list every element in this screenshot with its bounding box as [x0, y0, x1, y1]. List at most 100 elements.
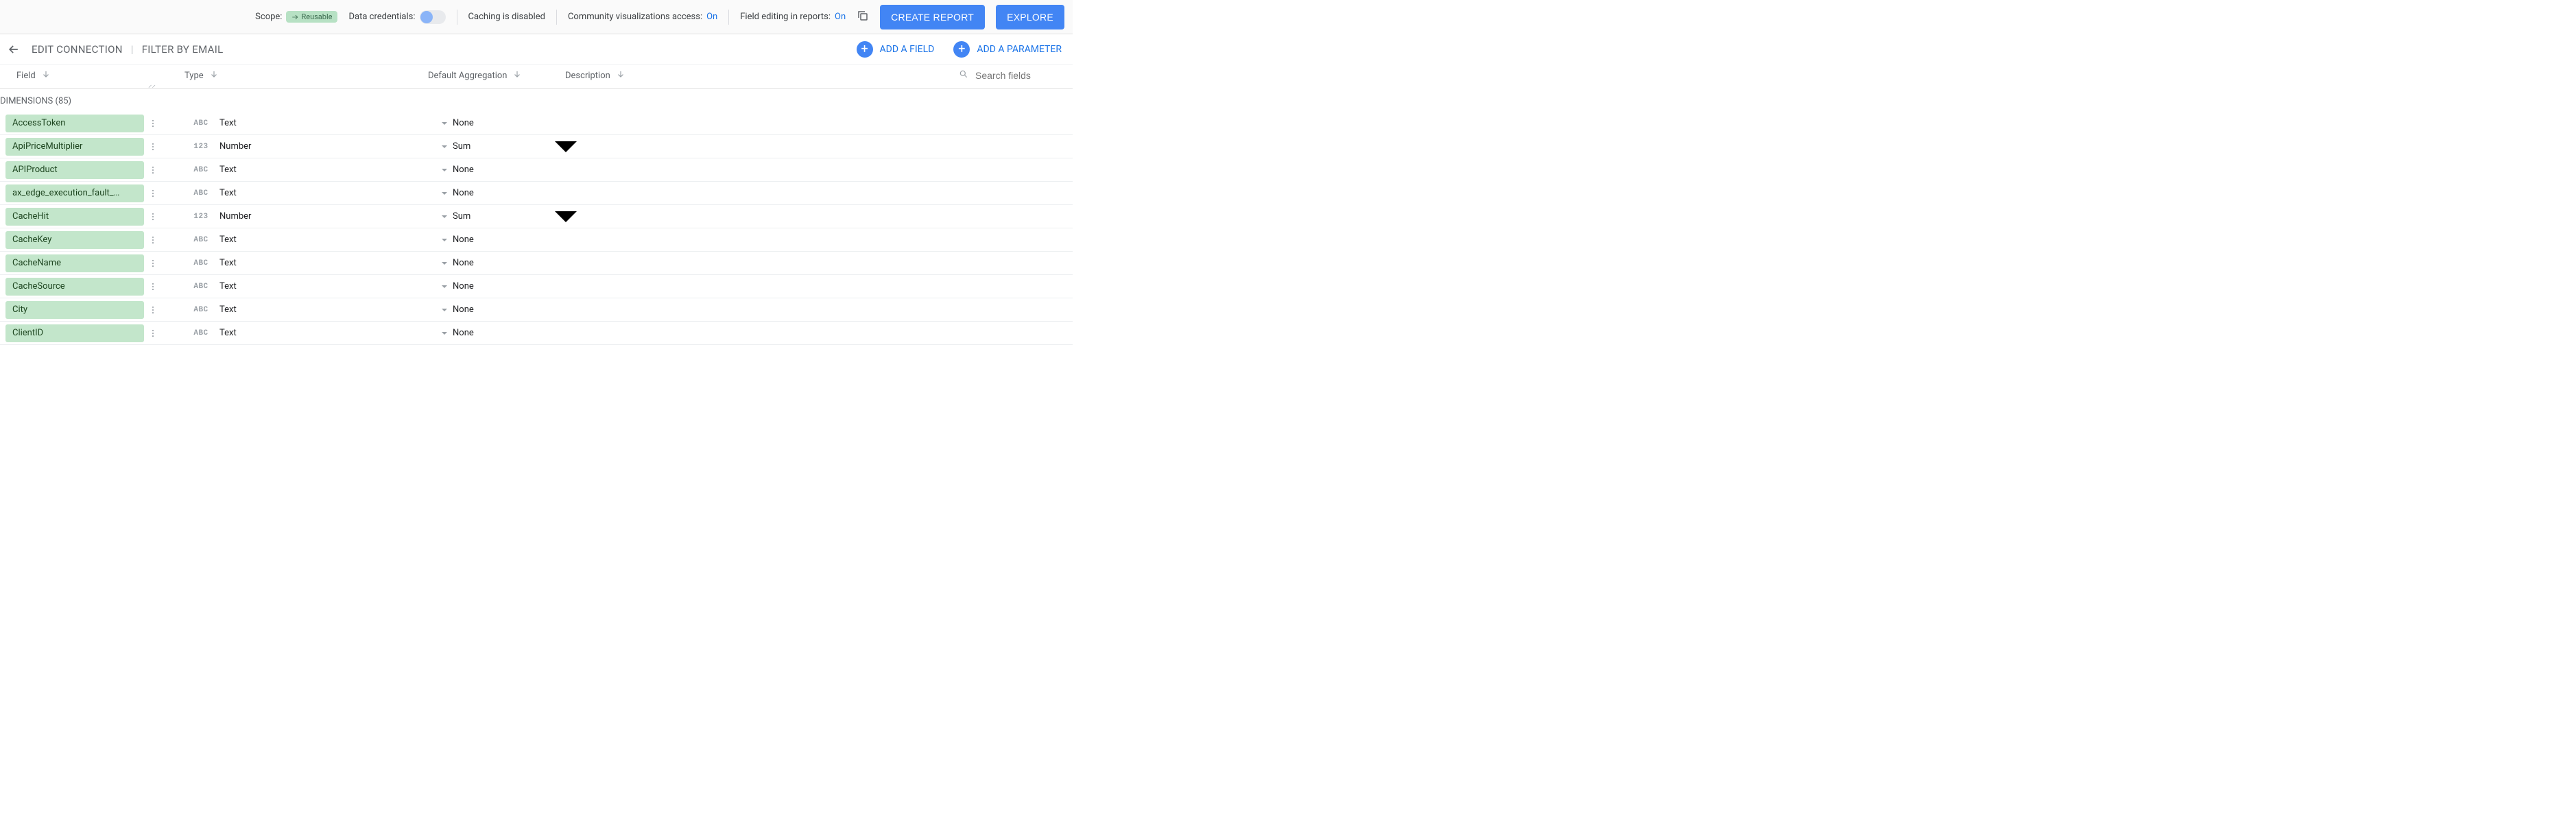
type-icon: ABC: [192, 119, 210, 128]
sort-arrow-down-icon[interactable]: [209, 69, 219, 82]
aggregation-value: Sum: [453, 141, 552, 152]
table-row: ApiPriceMultiplier123NumberSum: [0, 135, 1073, 158]
type-dropdown-icon[interactable]: [436, 330, 453, 337]
type-icon: ABC: [192, 189, 210, 198]
aggregation-value: None: [453, 188, 552, 198]
field-chip[interactable]: CacheName: [5, 254, 144, 272]
header-type[interactable]: Type: [184, 71, 204, 81]
type-icon: ABC: [192, 329, 210, 337]
kebab-menu-icon[interactable]: [144, 165, 162, 175]
info-bar: Scope: Reusable Data credentials: Cachin…: [0, 0, 1073, 34]
field-chip[interactable]: CacheHit: [5, 208, 144, 226]
type-icon: ABC: [192, 259, 210, 267]
aggregation-dropdown-icon[interactable]: [552, 203, 580, 230]
aggregation-value: None: [453, 165, 552, 175]
table-row: CacheHit123NumberSum: [0, 205, 1073, 228]
type-dropdown-icon[interactable]: [436, 213, 453, 220]
type-label: Text: [219, 281, 237, 291]
field-chip[interactable]: ClientID: [5, 324, 144, 342]
sort-arrow-down-icon[interactable]: [616, 69, 625, 82]
type-dropdown-icon[interactable]: [436, 167, 453, 174]
field-chip[interactable]: APIProduct: [5, 161, 144, 179]
type-dropdown-icon[interactable]: [436, 190, 453, 197]
scope-label: Scope:: [255, 12, 282, 22]
type-icon: ABC: [192, 236, 210, 244]
resize-handle-icon[interactable]: ⸝⸝: [148, 80, 156, 90]
sort-arrow-down-icon[interactable]: [512, 69, 522, 82]
type-icon: ABC: [192, 166, 210, 174]
search-input[interactable]: [975, 70, 1064, 81]
header-aggregation[interactable]: Default Aggregation: [428, 71, 507, 81]
table-row: CacheName ABC Text None: [0, 252, 1073, 275]
field-chip[interactable]: CacheSource: [5, 278, 144, 296]
field-chip[interactable]: AccessToken: [5, 115, 144, 132]
aggregation-value: None: [453, 258, 552, 268]
type-dropdown-icon[interactable]: [436, 120, 453, 127]
add-field-button[interactable]: + ADD A FIELD: [857, 41, 935, 58]
table-row: CacheSourceABCTextNone: [0, 275, 1073, 298]
aggregation-value: Sum: [453, 211, 552, 222]
credentials-switch[interactable]: [420, 10, 446, 24]
credentials-label: Data credentials:: [348, 12, 415, 22]
caching-label: Caching is disabled: [468, 12, 545, 22]
table-row: ax_edge_execution_fault_… ABC Text None: [0, 182, 1073, 205]
aggregation-dropdown-icon[interactable]: [552, 133, 580, 160]
type-dropdown-icon[interactable]: [436, 237, 453, 243]
search-icon[interactable]: [959, 69, 968, 82]
kebab-menu-icon[interactable]: [144, 259, 162, 268]
header-field[interactable]: Field: [16, 71, 36, 81]
aggregation-value: None: [453, 305, 552, 315]
field-list: AccessToken ABC Text None ApiPriceMultiplier…: [0, 112, 1073, 345]
header-description[interactable]: Description: [565, 71, 610, 81]
kebab-menu-icon[interactable]: [144, 142, 162, 152]
community-value: On: [706, 12, 717, 22]
field-edit-value: On: [835, 12, 846, 22]
field-chip[interactable]: ApiPriceMultiplier: [5, 138, 144, 156]
plus-icon: +: [953, 41, 970, 58]
aggregation-value: None: [453, 328, 552, 338]
type-dropdown-icon[interactable]: [436, 143, 453, 150]
create-report-button[interactable]: CREATE REPORT: [880, 5, 985, 29]
type-dropdown-icon[interactable]: [436, 307, 453, 313]
plus-icon: +: [857, 41, 873, 58]
divider: [728, 10, 729, 25]
divider: [556, 10, 557, 25]
add-parameter-button[interactable]: + ADD A PARAMETER: [953, 41, 1062, 58]
back-arrow-icon[interactable]: [4, 40, 23, 59]
type-label: Text: [219, 165, 237, 175]
kebab-menu-icon[interactable]: [144, 235, 162, 245]
kebab-menu-icon[interactable]: [144, 305, 162, 315]
type-label: Text: [219, 305, 237, 315]
breadcrumb-filter-by-email[interactable]: FILTER BY EMAIL: [142, 43, 224, 56]
type-label: Text: [219, 258, 237, 268]
table-row: City ABC Text None: [0, 298, 1073, 322]
field-chip[interactable]: City: [5, 301, 144, 319]
type-icon: 123: [192, 213, 210, 221]
type-icon: ABC: [192, 306, 210, 314]
copy-icon[interactable]: [857, 10, 869, 25]
community-section: Community visualizations access: On: [568, 12, 717, 22]
type-label: Text: [219, 188, 237, 198]
aggregation-value: None: [453, 281, 552, 291]
kebab-menu-icon[interactable]: [144, 189, 162, 198]
add-field-label: ADD A FIELD: [880, 44, 935, 55]
kebab-menu-icon[interactable]: [144, 282, 162, 291]
type-label: Text: [219, 118, 237, 128]
add-parameter-label: ADD A PARAMETER: [977, 44, 1062, 55]
community-label: Community visualizations access:: [568, 12, 702, 22]
field-edit-section: Field editing in reports: On: [740, 12, 846, 22]
field-chip[interactable]: ax_edge_execution_fault_…: [5, 184, 144, 202]
scope-reusable-chip[interactable]: Reusable: [286, 11, 337, 23]
breadcrumb-edit-connection[interactable]: EDIT CONNECTION: [32, 43, 123, 56]
type-dropdown-icon[interactable]: [436, 283, 453, 290]
sort-arrow-down-icon[interactable]: [41, 69, 51, 82]
type-dropdown-icon[interactable]: [436, 260, 453, 267]
table-row: AccessTokenABCTextNone: [0, 112, 1073, 135]
kebab-menu-icon[interactable]: [144, 212, 162, 222]
kebab-menu-icon[interactable]: [144, 119, 162, 128]
type-icon: 123: [192, 143, 210, 151]
type-label: Text: [219, 235, 237, 245]
explore-button[interactable]: EXPLORE: [996, 5, 1064, 29]
field-chip[interactable]: CacheKey: [5, 231, 144, 249]
kebab-menu-icon[interactable]: [144, 329, 162, 338]
